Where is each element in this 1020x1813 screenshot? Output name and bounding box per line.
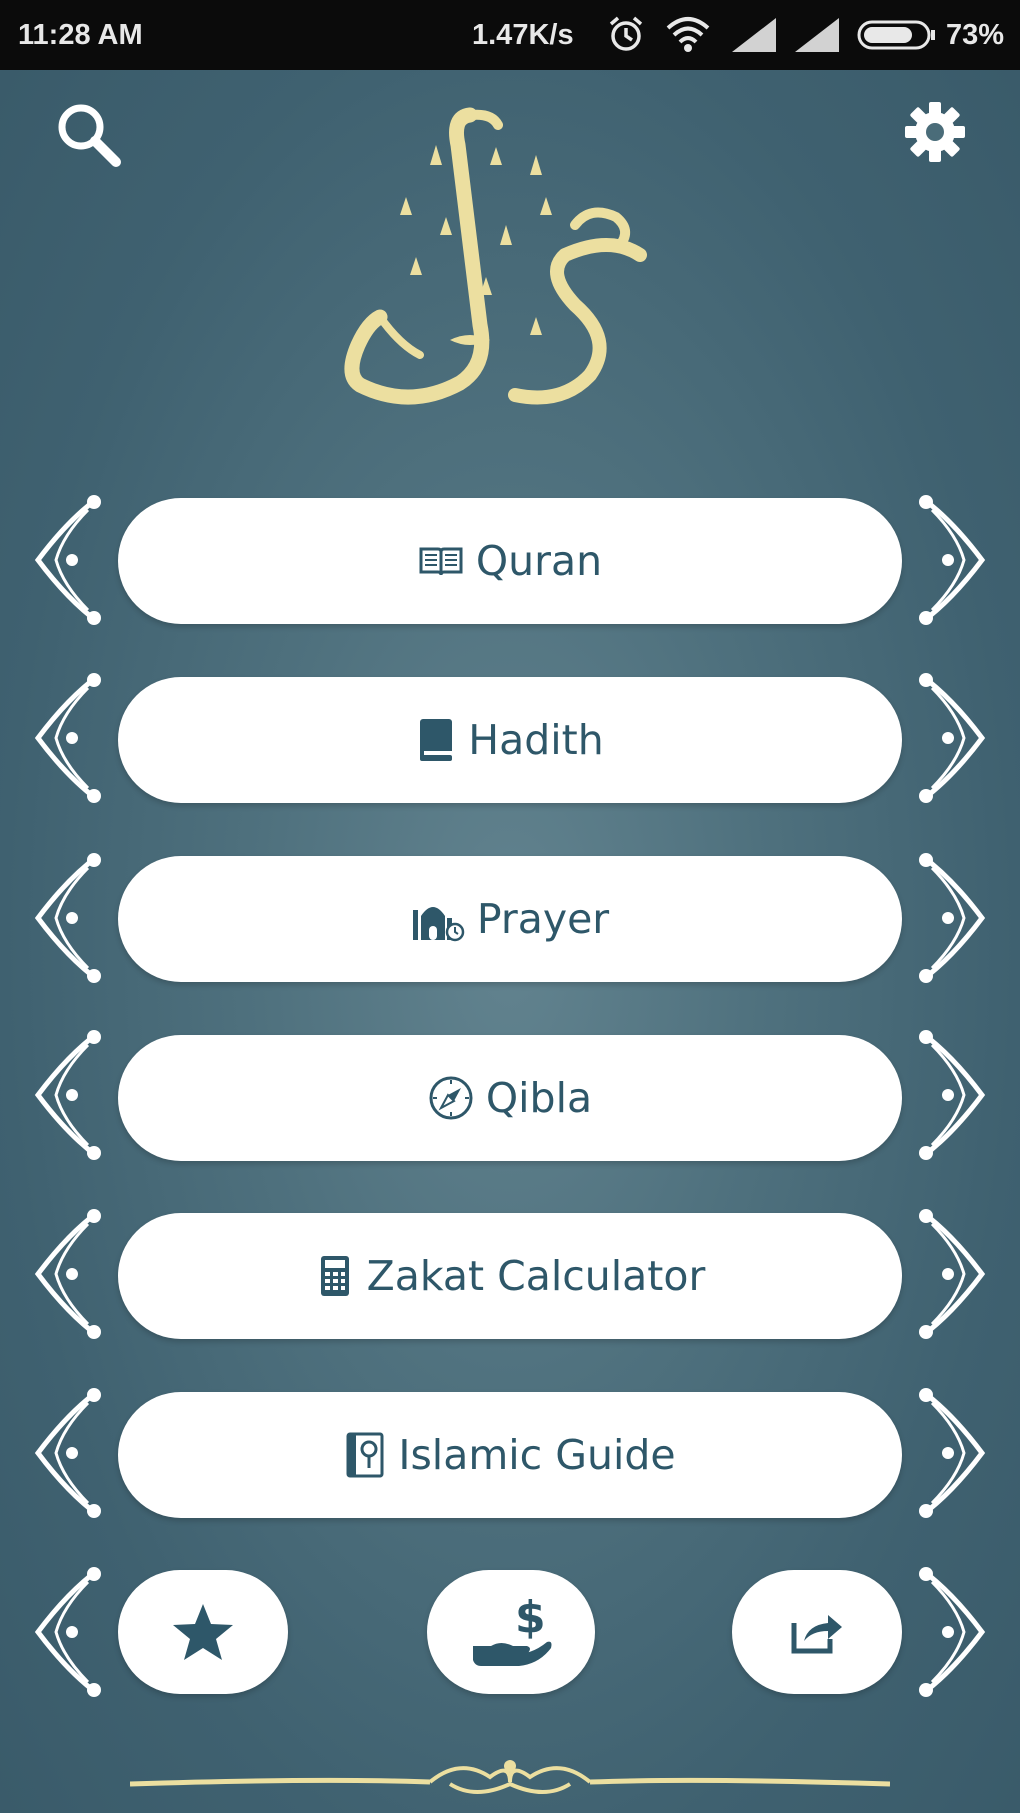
bottom-divider-ornament — [130, 1760, 890, 1794]
ornament-left — [34, 673, 101, 803]
calculator-icon — [320, 1256, 349, 1296]
alarm-icon — [609, 16, 643, 51]
ornament-left — [34, 1209, 101, 1339]
ornament-right — [919, 1030, 986, 1160]
ornament-right — [919, 853, 986, 983]
menu-qibla-button[interactable]: Qibla — [118, 1035, 902, 1161]
wifi-icon — [666, 17, 710, 52]
ornament-right — [919, 1209, 986, 1339]
menu-quran-label: Quran — [475, 537, 603, 585]
status-time: 11:28 AM — [18, 19, 143, 51]
ornament-left — [34, 1030, 101, 1160]
compass-icon — [429, 1076, 473, 1120]
gear-icon[interactable] — [903, 100, 967, 164]
search-icon[interactable] — [54, 100, 124, 170]
menu-qibla-label: Qibla — [485, 1074, 593, 1122]
menu-hadith-button[interactable]: Hadith — [118, 677, 902, 803]
ornament-right — [919, 495, 986, 625]
ornament-left — [34, 495, 101, 625]
favorites-button[interactable] — [118, 1570, 288, 1694]
share-icon — [791, 1615, 842, 1654]
mosque-clock-icon — [412, 907, 465, 942]
menu-prayer-label: Prayer — [476, 895, 610, 943]
signal-icon — [732, 18, 776, 52]
ornament-right — [919, 1388, 986, 1518]
svg-text:$: $ — [515, 1594, 546, 1643]
menu-zakat-calculator-button[interactable]: Zakat Calculator — [118, 1213, 902, 1339]
ornament-right — [919, 1567, 986, 1697]
menu-islamic-guide-label: Islamic Guide — [398, 1431, 676, 1479]
battery-percent: 73% — [946, 19, 1005, 51]
alim-calligraphy-logo — [344, 107, 647, 405]
menu-quran-button[interactable]: Quran — [118, 498, 902, 624]
menu-islamic-guide-button[interactable]: Islamic Guide — [118, 1392, 902, 1518]
star-icon — [173, 1604, 233, 1660]
hand-dollar-icon: $ — [473, 1594, 552, 1666]
donate-button[interactable]: $ — [427, 1570, 595, 1694]
signal-icon — [795, 18, 839, 52]
network-speed: 1.47K/s — [472, 19, 574, 51]
book-icon — [420, 719, 453, 761]
share-button[interactable] — [732, 1570, 902, 1694]
menu-zakat-calculator-label: Zakat Calculator — [366, 1252, 706, 1300]
ornament-left — [34, 1567, 101, 1697]
status-bar: 11:28 AM 1.47K/s 73% — [0, 0, 1020, 70]
menu-hadith-label: Hadith — [468, 716, 604, 764]
guide-book-icon — [346, 1432, 384, 1478]
open-book-icon — [419, 547, 463, 576]
ornament-left — [34, 853, 101, 983]
battery-icon — [857, 20, 935, 50]
ornament-left — [34, 1388, 101, 1518]
ornament-right — [919, 673, 986, 803]
menu-prayer-button[interactable]: Prayer — [118, 856, 902, 982]
